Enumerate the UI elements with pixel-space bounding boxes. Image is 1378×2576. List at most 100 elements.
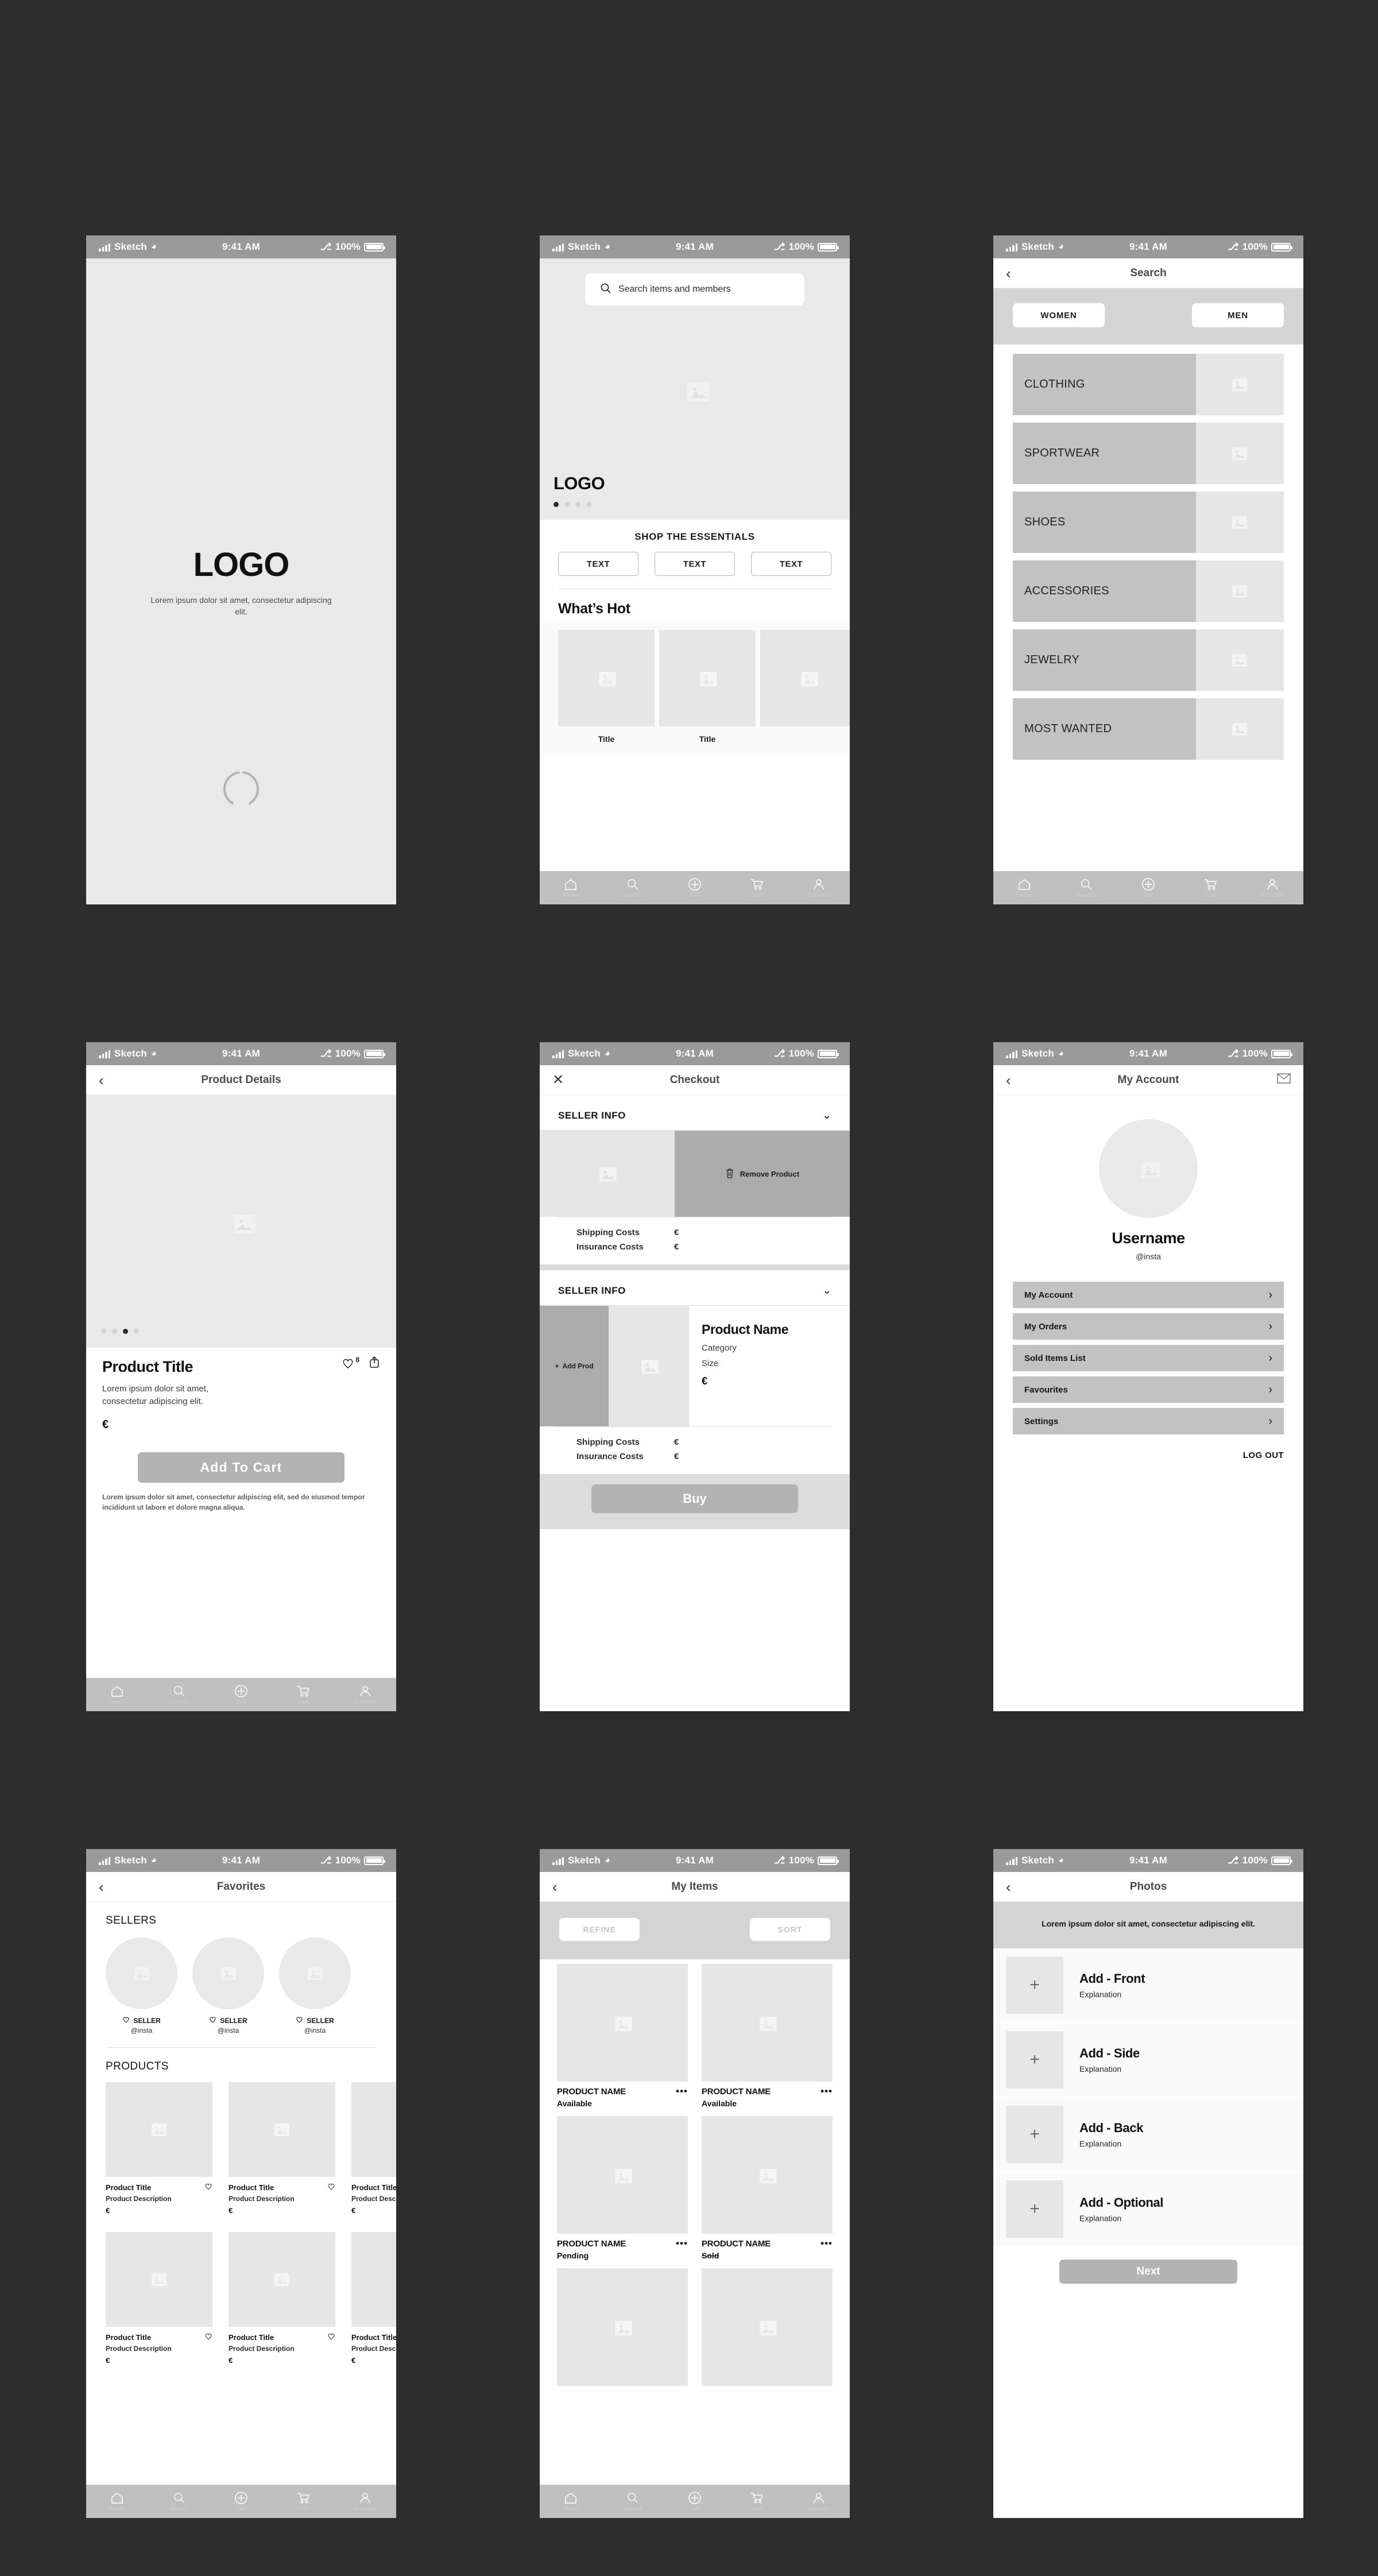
hot-card[interactable]: Title (659, 630, 756, 756)
tab-cart[interactable]: Cart (1179, 871, 1241, 904)
more-options-icon[interactable]: ••• (676, 2086, 688, 2096)
buy-button[interactable]: Buy (591, 1484, 798, 1513)
add-photo-button[interactable]: + (1006, 2106, 1063, 2163)
heart-icon[interactable] (209, 2016, 216, 2025)
tab-cart[interactable]: Cart (726, 871, 788, 904)
tab-cart[interactable]: Cart (272, 1678, 334, 1711)
product-card[interactable]: Product Title Product Description € (351, 2082, 396, 2215)
logout-button[interactable]: LOG OUT (993, 1434, 1303, 1460)
product-card[interactable]: Product Title Product Description € (351, 2232, 396, 2365)
menu-item-my-orders[interactable]: My Orders › (1013, 1313, 1284, 1340)
tab-account[interactable]: Account (1241, 871, 1303, 904)
heart-icon[interactable] (296, 2016, 303, 2025)
tab-sell[interactable]: Sell (210, 2485, 272, 2518)
tab-account[interactable]: Account (788, 2485, 850, 2518)
item-card[interactable]: PRODUCT NAME ••• Pending (557, 2116, 688, 2268)
tab-search[interactable]: Search (602, 2485, 664, 2518)
tab-account[interactable]: Account (788, 871, 850, 904)
tab-search[interactable]: Search (148, 1678, 210, 1711)
photo-slot-row[interactable]: + Add - Back Explanation (993, 2098, 1303, 2172)
photo-slot-row[interactable]: + Add - Side Explanation (993, 2023, 1303, 2098)
next-button[interactable]: Next (1059, 2260, 1237, 2284)
carousel-dots[interactable] (553, 502, 836, 507)
product-image-carousel[interactable] (86, 1095, 396, 1348)
remove-product-button[interactable]: Remove Product (674, 1131, 850, 1217)
tab-account[interactable]: Account (334, 1678, 396, 1711)
category-row[interactable]: SPORTWEAR (1013, 423, 1284, 484)
tab-search[interactable]: Search (1055, 871, 1117, 904)
more-options-icon[interactable]: ••• (820, 2086, 833, 2096)
seller-card[interactable]: SELLER @insta (192, 1937, 264, 2035)
refine-button[interactable]: REFINE (559, 1918, 640, 1941)
back-icon[interactable]: ‹ (99, 1879, 104, 1894)
seller-card[interactable]: SELLER @insta (279, 1937, 351, 2035)
heart-icon[interactable] (204, 2183, 212, 2192)
product-card[interactable]: Product Title Product Description € (229, 2232, 335, 2365)
segment-men[interactable]: MEN (1192, 303, 1284, 327)
more-options-icon[interactable]: ••• (676, 2238, 688, 2248)
avatar[interactable] (1099, 1119, 1198, 1218)
chip-button[interactable]: TEXT (751, 552, 831, 576)
photo-slot-row[interactable]: + Add - Front Explanation (993, 1948, 1303, 2023)
search-input[interactable]: Search items and members (585, 273, 804, 305)
heart-icon[interactable] (327, 2183, 335, 2192)
add-product-button[interactable]: + Add Prod (540, 1306, 609, 1426)
more-options-icon[interactable]: ••• (820, 2238, 833, 2248)
tab-sell[interactable]: Sell (210, 1678, 272, 1711)
tab-home[interactable]: Home (993, 871, 1055, 904)
tab-sell[interactable]: Sell (664, 2485, 726, 2518)
tab-account[interactable]: Account (334, 2485, 396, 2518)
sort-button[interactable]: SORT (750, 1918, 830, 1941)
category-row[interactable]: ACCESSORIES (1013, 560, 1284, 622)
chip-button[interactable]: TEXT (655, 552, 735, 576)
whats-hot-carousel[interactable]: Title Title (540, 623, 850, 756)
close-icon[interactable]: ✕ (552, 1073, 564, 1087)
item-card[interactable]: PRODUCT NAME ••• Available (702, 1964, 833, 2116)
menu-item-my-account[interactable]: My Account › (1013, 1282, 1284, 1308)
category-row[interactable]: SHOES (1013, 492, 1284, 553)
category-row[interactable]: MOST WANTED (1013, 698, 1284, 760)
tab-search[interactable]: Search (148, 2485, 210, 2518)
tab-cart[interactable]: Cart (272, 2485, 334, 2518)
tab-home[interactable]: Home (86, 1678, 148, 1711)
tab-sell[interactable]: Sell (664, 871, 726, 904)
hot-card[interactable]: Title (558, 630, 655, 756)
seller-info-header[interactable]: SELLER INFO ⌄ (540, 1095, 850, 1131)
heart-icon[interactable] (122, 2016, 130, 2025)
chevron-down-icon[interactable]: ⌄ (822, 1284, 831, 1297)
category-row[interactable]: JEWELRY (1013, 629, 1284, 691)
tab-search[interactable]: Search (602, 871, 664, 904)
share-button[interactable] (369, 1356, 380, 1371)
carousel-dots[interactable] (101, 1329, 139, 1334)
tab-cart[interactable]: Cart (726, 2485, 788, 2518)
add-photo-button[interactable]: + (1006, 2180, 1063, 2238)
back-icon[interactable]: ‹ (1006, 1879, 1011, 1894)
item-card[interactable]: PRODUCT NAME ••• Sold (702, 2116, 833, 2268)
tab-home[interactable]: Home (86, 2485, 148, 2518)
item-card[interactable] (557, 2268, 688, 2386)
menu-item-settings[interactable]: Settings › (1013, 1408, 1284, 1434)
item-card[interactable]: PRODUCT NAME ••• Available (557, 1964, 688, 2116)
photo-slot-row[interactable]: + Add - Optional Explanation (993, 2172, 1303, 2247)
item-card[interactable] (702, 2268, 833, 2386)
seller-info-header[interactable]: SELLER INFO ⌄ (540, 1270, 850, 1306)
heart-icon[interactable] (204, 2333, 212, 2342)
back-icon[interactable]: ‹ (1006, 1073, 1011, 1088)
tab-sell[interactable]: Sell (1117, 871, 1179, 904)
hot-card[interactable] (760, 630, 850, 756)
product-card[interactable]: Product Title Product Description € (106, 2082, 212, 2215)
tab-home[interactable]: Home (540, 2485, 602, 2518)
back-icon[interactable]: ‹ (1006, 266, 1011, 281)
add-photo-button[interactable]: + (1006, 1956, 1063, 2014)
back-icon[interactable]: ‹ (552, 1879, 558, 1894)
product-card[interactable]: Product Title Product Description € (229, 2082, 335, 2215)
add-photo-button[interactable]: + (1006, 2031, 1063, 2088)
chip-button[interactable]: TEXT (558, 552, 638, 576)
menu-item-sold-items-list[interactable]: Sold Items List › (1013, 1345, 1284, 1371)
chevron-down-icon[interactable]: ⌄ (822, 1109, 831, 1122)
seller-card[interactable]: SELLER @insta (106, 1937, 177, 2035)
segment-women[interactable]: WOMEN (1013, 303, 1105, 327)
heart-icon[interactable] (327, 2333, 335, 2342)
tab-home[interactable]: Home (540, 871, 602, 904)
envelope-icon[interactable] (1277, 1073, 1291, 1086)
